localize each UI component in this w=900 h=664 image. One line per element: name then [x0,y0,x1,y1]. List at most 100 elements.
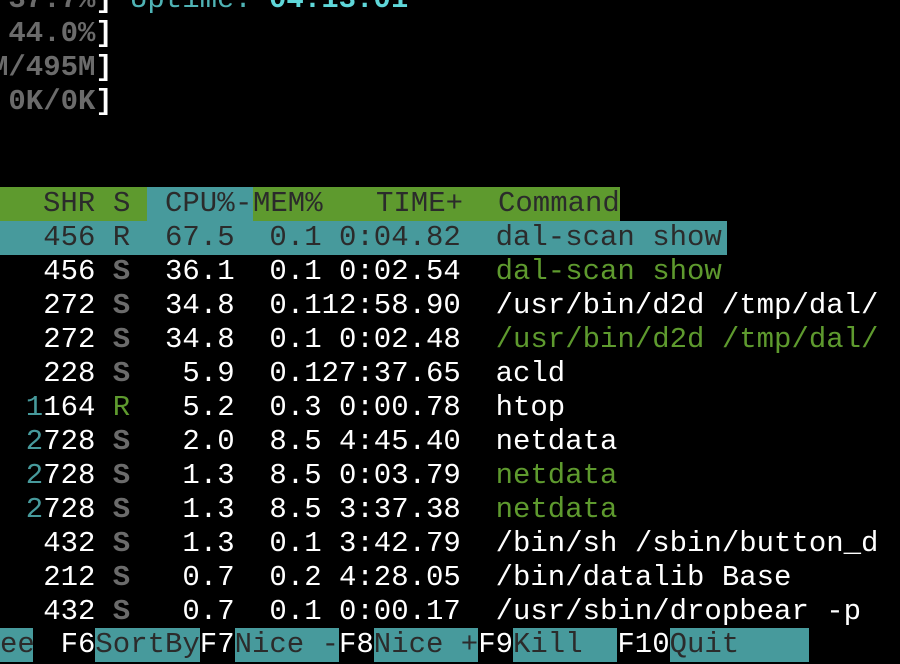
function-key-quit[interactable]: Quit [669,628,809,662]
shr-value: 728 [43,425,96,458]
time-value: 12:58.90 [321,289,461,322]
function-key: F10 [617,628,670,661]
cpu-value: 0.7 [182,595,235,628]
command-value: /usr/sbin/dropbear -p [495,595,862,628]
cpu-value: 67.5 [165,221,235,254]
mem-value: 0.1 [269,595,322,628]
time-value: 27:37.65 [321,357,461,390]
command-value: netdata [495,459,618,492]
column-header-mem[interactable]: MEM% [253,187,323,221]
mem-value: 8.5 [269,459,322,492]
time-value: 4:28.05 [339,561,461,594]
process-row[interactable]: 272 S 34.8 0.1 0:02.48/usr/bin/d2d /tmp/dal/ [0,323,900,357]
cpu-value: 1.3 [182,493,235,526]
state-value: S [112,323,131,356]
command-value: /bin/datalib Base [495,561,792,594]
meter-value: 0K/0K [8,85,96,118]
cpu-value: 36.1 [165,255,235,288]
function-key: F7 [199,628,235,661]
state-value: S [112,255,131,288]
mem-value: 0.2 [269,561,322,594]
mem-value: 0.1 [269,527,322,560]
process-table-header: SHR S CPU% - MEM% TIME+ Command [0,187,900,221]
column-header-state[interactable]: S [113,187,130,221]
command-value: /usr/bin/d2d /tmp/dal/ [495,289,879,322]
column-header-shr[interactable]: SHR [43,187,95,221]
cpu-value: 1.3 [182,527,235,560]
mem-value: 8.5 [269,493,322,526]
time-value: 0:04.82 [339,221,461,254]
time-value: 4:45.40 [339,425,461,458]
process-row[interactable]: 432 S 1.3 0.1 3:42.79/bin/sh /sbin/button_d [0,527,900,561]
time-value: 3:42.79 [339,527,461,560]
command-value: dal-scan show [495,255,722,288]
state-value: S [112,425,131,458]
command-value: htop [495,391,566,424]
state-value: S [112,289,131,322]
process-row[interactable]: 456 R 67.5 0.1 0:04.82 dal-scan show [0,221,900,255]
shr-value: 456 [43,255,96,288]
uptime-line: Uptime: 04:13:01 [0,0,900,17]
column-header-cpu[interactable]: CPU% [165,187,235,221]
mem-value: 0.1 [269,221,322,254]
function-key: F9 [478,628,513,661]
command-value: netdata [495,425,618,458]
shr-value: 456 [43,221,96,254]
shr-value: 212 [43,561,96,594]
process-row[interactable]: 272 S 34.8 0.1 12:58.90/usr/bin/d2d /tmp/dal… [0,289,900,323]
function-key-nice-[interactable]: Nice + [373,628,479,662]
shr-value: 228 [43,357,96,390]
time-value: 0:02.54 [339,255,461,288]
process-row[interactable]: 1 164 R 5.2 0.3 0:00.78 htop [0,391,900,425]
shr-value: 272 [43,323,96,356]
meter-line: M/495M] [0,51,900,85]
function-key-sortby[interactable]: SortBy [95,628,200,662]
time-value: 0:02.48 [339,323,461,356]
mem-value: 0.1 [269,289,322,322]
function-key-bar: ee F6 SortBy F7 Nice - F8 Nice + F9 Kill F10 Quit [0,628,900,662]
command-value: netdata [495,493,618,526]
time-value: 3:37.38 [339,493,461,526]
cpu-value: 2.0 [182,425,235,458]
process-row[interactable]: 212 S 0.7 0.2 4:28.05/bin/datalib Base [0,561,900,595]
function-key: F8 [339,628,374,661]
state-value: S [112,459,131,492]
uptime-label: Uptime: [130,0,252,17]
function-key-kill[interactable]: Kill [513,628,618,662]
uptime-value: 04:13:01 [269,0,408,17]
function-key: F6 [60,628,96,661]
command-value: dal-scan show [495,221,722,254]
time-value: 0:03.79 [339,459,461,492]
meter-line: 44.0%] [0,17,900,51]
state-value: S [112,357,131,390]
mem-value: 0.3 [269,391,322,424]
shr-thousands: 2 [25,493,44,526]
shr-value: 728 [43,493,96,526]
shr-value: 164 [43,391,96,424]
process-row[interactable]: 2 728 S 2.0 8.5 4:45.40 netdata [0,425,900,459]
process-row[interactable]: 228 S 5.9 0.1 27:37.65 acld [0,357,900,391]
time-value: 0:00.78 [339,391,461,424]
command-value: /bin/sh /sbin/button_d [495,527,879,560]
mem-value: 0.1 [269,255,322,288]
state-value: R [112,221,131,254]
state-value: S [112,493,131,526]
mem-value: 0.1 [269,323,322,356]
process-row[interactable]: 432 S 0.7 0.1 0:00.17/usr/sbin/dropbear -p [0,595,900,629]
process-row[interactable]: 2 728 S 1.3 8.5 0:03.79 netdata [0,459,900,493]
shr-value: 728 [43,459,96,492]
column-header-command[interactable]: Command [498,187,620,221]
shr-thousands: 2 [25,459,44,492]
function-key-ee[interactable]: ee [0,628,35,662]
sort-arrow: - [235,187,253,220]
shr-value: 272 [43,289,96,322]
mem-value: 0.1 [269,357,322,390]
shr-value: 432 [43,527,96,560]
cpu-value: 5.9 [182,357,235,390]
cpu-value: 34.8 [165,323,235,356]
command-value: /usr/bin/d2d /tmp/dal/ [495,323,879,356]
column-header-time[interactable]: TIME+ [376,187,463,221]
process-row[interactable]: 456 S 36.1 0.1 0:02.54 dal-scan show [0,255,900,289]
process-row[interactable]: 2 728 S 1.3 8.5 3:37.38 netdata [0,493,900,527]
function-key-nice-[interactable]: Nice - [234,628,340,662]
